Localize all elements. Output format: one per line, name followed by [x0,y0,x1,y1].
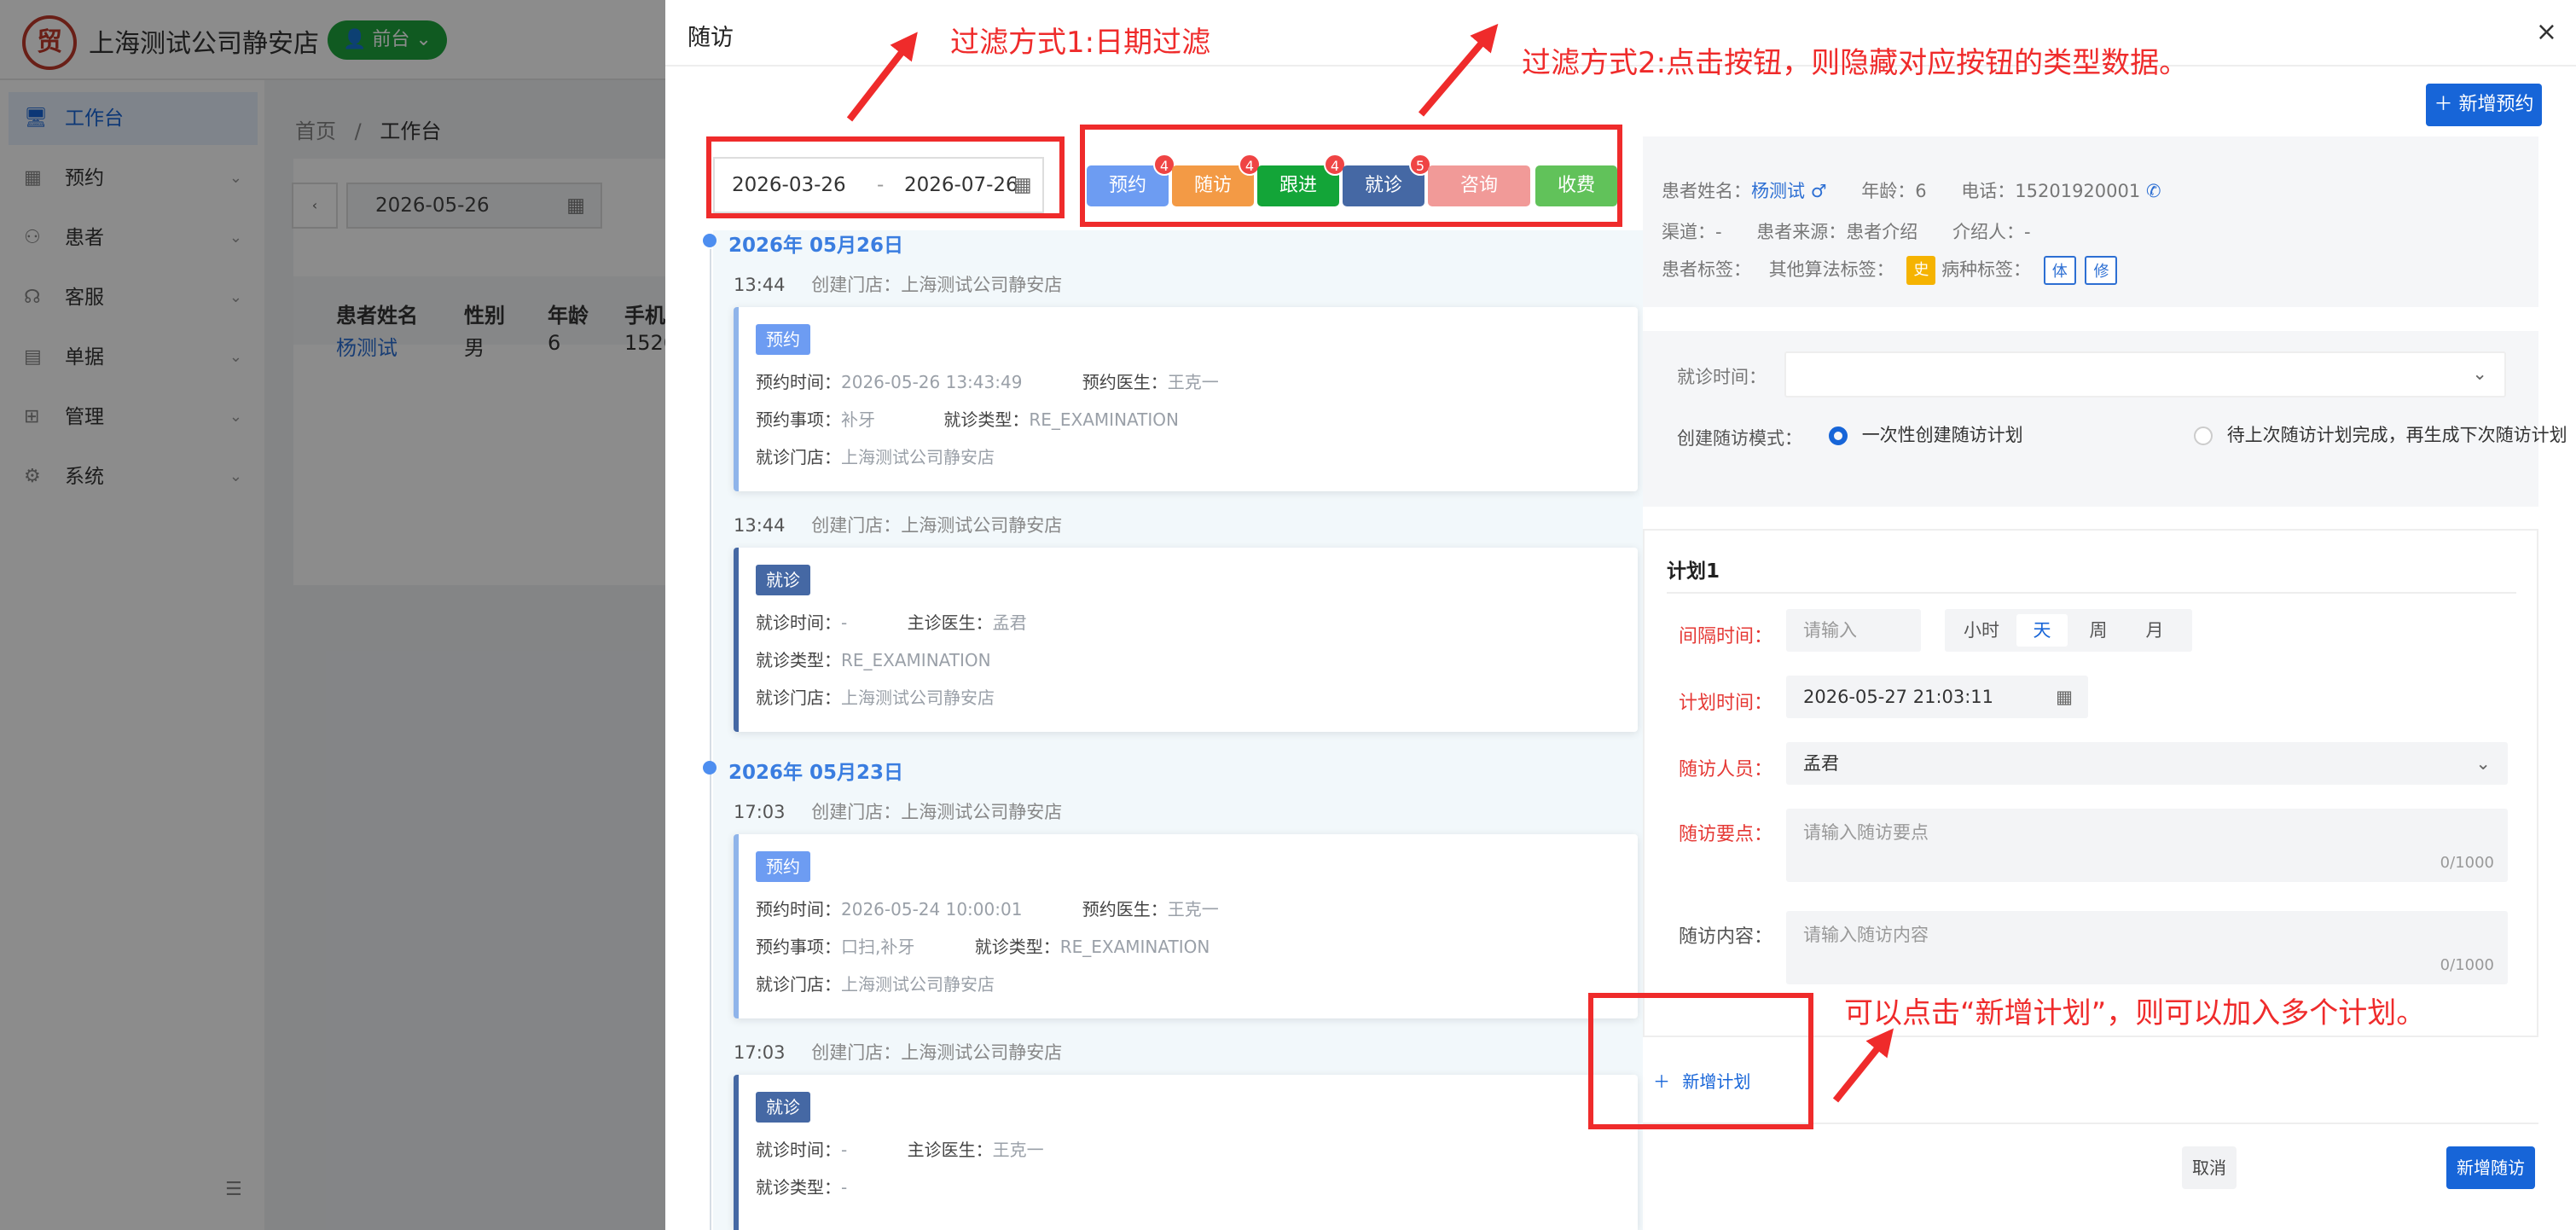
arrow-to-date-filter [846,32,918,122]
annotation-arrows [846,23,1894,1103]
arrow-to-button-filter [1418,23,1499,117]
arrow-to-add-plan [1832,1028,1894,1103]
